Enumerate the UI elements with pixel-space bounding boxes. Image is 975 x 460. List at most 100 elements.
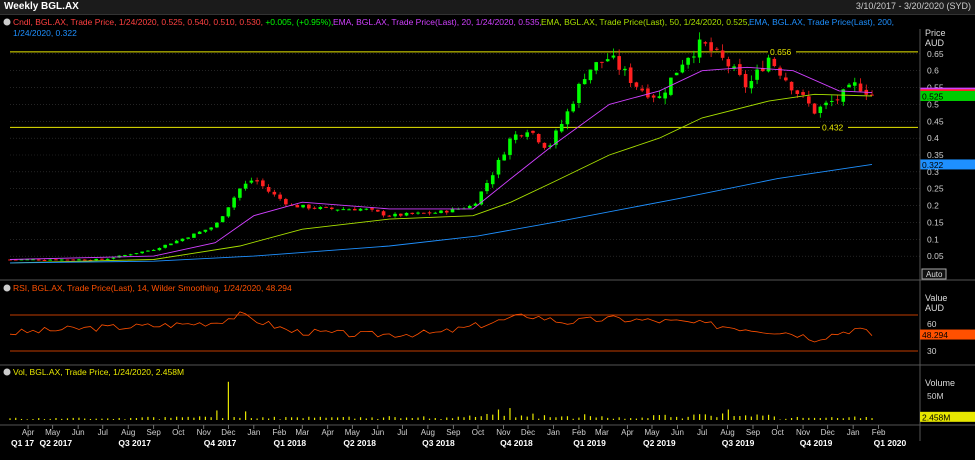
candle-body <box>582 79 587 85</box>
chart-window: Weekly BGL.AX 3/10/2017 - 3/20/2020 (SYD… <box>0 0 975 460</box>
candle-body <box>697 39 702 58</box>
candle-body <box>209 227 213 230</box>
month-label: Oct <box>172 428 185 437</box>
quarter-label: Q3 2019 <box>722 438 755 448</box>
price-tick-label: 0.35 <box>927 150 944 160</box>
candle-body <box>513 134 518 140</box>
chart-canvas[interactable]: Cndl, BGL.AX, Trade Price, 1/24/2020, 0.… <box>0 15 975 460</box>
ema-line <box>9 66 873 260</box>
quarter-label: Q4 2018 <box>500 438 533 448</box>
candle-body <box>646 88 650 98</box>
candle-body <box>347 209 351 211</box>
month-label: Aug <box>121 428 135 437</box>
legend-rsi: RSI, BGL.AX, Trade Price(Last), 14, Wild… <box>13 283 292 293</box>
candle-body <box>295 204 300 208</box>
candle-body <box>421 212 426 214</box>
candle-body <box>272 191 277 195</box>
candle-body <box>686 57 690 65</box>
rsi-line <box>9 311 873 343</box>
month-label: Jan <box>247 428 260 437</box>
candle-body <box>42 259 47 261</box>
ema-line <box>9 93 873 264</box>
candle-body <box>324 206 328 208</box>
candle-body <box>588 69 593 81</box>
candle-body <box>312 207 317 209</box>
month-label: Sep <box>147 428 162 437</box>
candle-body <box>657 96 662 99</box>
month-label: Jul <box>98 428 108 437</box>
month-label: Jul <box>397 428 407 437</box>
legend-candle-change: +0.005, (+0.95%), <box>265 17 333 27</box>
candle-body <box>634 82 639 87</box>
candle-body <box>858 83 863 92</box>
candle-body <box>623 68 627 71</box>
candle-body <box>577 83 581 103</box>
candle-body <box>531 130 535 133</box>
candle-body <box>542 142 547 148</box>
month-label: Dec <box>521 428 535 437</box>
candle-body <box>743 73 748 88</box>
quarter-label: Q4 2019 <box>800 438 833 448</box>
quarter-label: Q2 2018 <box>343 438 376 448</box>
candle-body <box>243 183 248 189</box>
date-range[interactable]: 3/10/2017 - 3/20/2020 (SYD) <box>856 1 971 11</box>
rsi-legend-dot-icon[interactable] <box>3 284 11 292</box>
title-bar: Weekly BGL.AX 3/10/2017 - 3/20/2020 (SYD… <box>0 0 975 15</box>
candle-body <box>105 258 110 260</box>
candle-body <box>502 154 507 161</box>
price-tick-label: 0.1 <box>927 234 939 244</box>
candle-body <box>393 213 397 217</box>
candle-body <box>59 259 64 261</box>
candle-body <box>370 208 374 210</box>
vol-tick-label: 50M <box>927 391 944 401</box>
candle-body <box>261 180 265 187</box>
price-tag-label: 0.322 <box>922 160 944 170</box>
candle-body <box>594 62 598 71</box>
candle-body <box>680 64 685 73</box>
candle-body <box>600 61 604 63</box>
candle-body <box>100 258 104 260</box>
candle-body <box>571 103 575 112</box>
candle-body <box>341 209 346 211</box>
legend-dot-icon[interactable] <box>3 18 11 26</box>
candle-body <box>852 82 857 86</box>
month-label: Jun <box>72 428 85 437</box>
candle-body <box>490 175 495 185</box>
candle-body <box>847 84 851 88</box>
vol-axis-title: Volume <box>925 378 955 388</box>
month-label: Apr <box>321 428 334 437</box>
quarter-label: Q1 17 <box>11 438 34 448</box>
candle-body <box>427 212 432 214</box>
candle-body <box>703 42 708 44</box>
candle-body <box>330 207 334 210</box>
quarter-label: Q3 2017 <box>118 438 151 448</box>
candle-body <box>628 67 633 83</box>
rsi-tick-label: 30 <box>927 346 937 356</box>
auto-scale-label: Auto <box>926 270 943 279</box>
month-label: Feb <box>872 428 886 437</box>
price-axis-unit: AUD <box>925 38 945 48</box>
price-tick-label: 0.65 <box>927 49 944 59</box>
vol-tag-label: 2.458M <box>922 412 950 422</box>
vol-legend-dot-icon[interactable] <box>3 368 11 376</box>
candle-body <box>559 124 564 132</box>
candle-body <box>726 59 731 67</box>
candle-body <box>307 204 311 209</box>
candle-body <box>640 88 644 91</box>
candle-body <box>220 216 225 223</box>
candle-body <box>444 210 449 213</box>
candle-body <box>353 208 357 211</box>
price-tick-label: 0.15 <box>927 217 944 227</box>
rsi-axis-unit: AUD <box>925 303 945 313</box>
candle-body <box>829 100 834 102</box>
candle-body <box>335 209 340 211</box>
quarter-label: Q2 2019 <box>643 438 676 448</box>
month-label: Jun <box>371 428 384 437</box>
month-label: Jul <box>697 428 707 437</box>
legend-ema200-b: 1/24/2020, 0.322 <box>13 28 77 38</box>
candle-body <box>77 259 81 261</box>
candle-body <box>284 199 288 205</box>
candle-body <box>605 59 610 62</box>
quarter-label: Q1 2020 <box>874 438 907 448</box>
quarter-label: Q3 2018 <box>422 438 455 448</box>
